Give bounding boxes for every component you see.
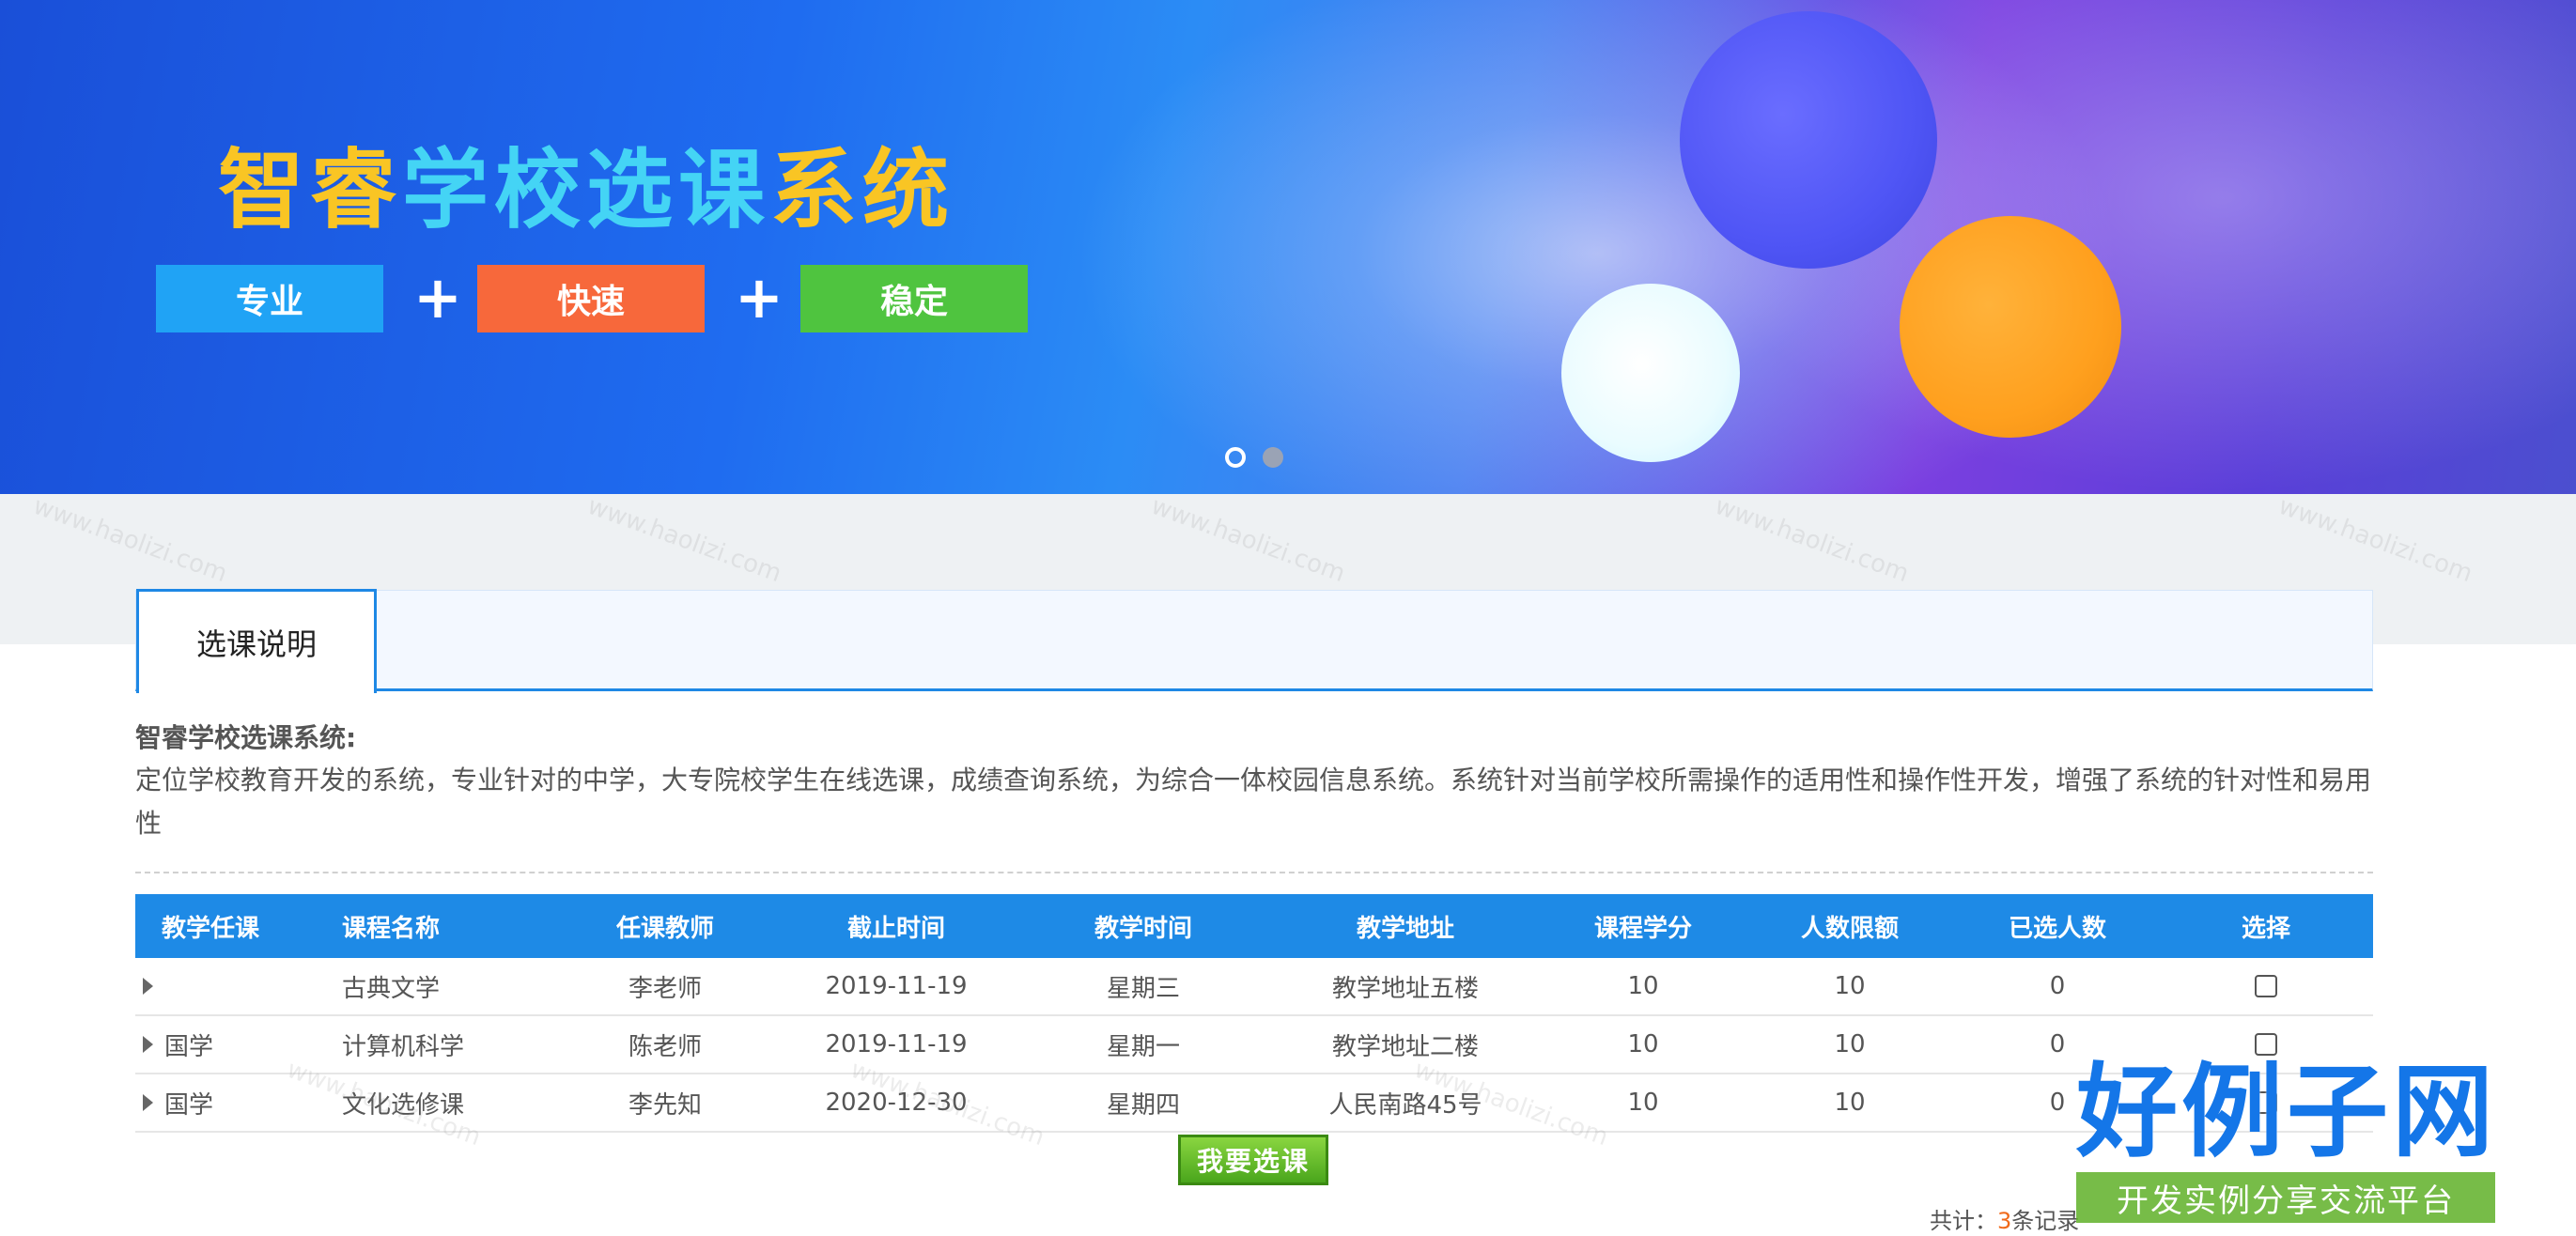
expand-caret-icon[interactable] bbox=[143, 1094, 153, 1111]
table-row: 国学 计算机科学 陈老师 2019-11-19 星期一 教学地址二楼 10 10… bbox=[135, 1016, 2373, 1074]
carousel-dot-1[interactable] bbox=[1225, 447, 1246, 468]
description-title: 智睿学校选课系统: bbox=[135, 722, 357, 753]
plus-icon: + bbox=[735, 263, 784, 332]
description-body: 定位学校教育开发的系统，专业针对的中学，大专院校学生在线选课，成绩查询系统，为综… bbox=[135, 765, 2372, 839]
expand-caret-icon[interactable] bbox=[143, 978, 153, 995]
header-deadline: 截止时间 bbox=[846, 914, 945, 943]
course-table: 教学任课 课程名称 任课教师 截止时间 教学时间 教学地址 课程学分 人数限额 … bbox=[135, 894, 2373, 1133]
row-teacher: 李先知 bbox=[628, 1090, 702, 1120]
row-category-cell[interactable] bbox=[135, 978, 338, 995]
header-choose: 选择 bbox=[2241, 914, 2290, 943]
banner-title-part2: 学校选课 bbox=[402, 140, 771, 240]
banner-white-circle bbox=[1561, 284, 1740, 462]
header-limit: 人数限额 bbox=[1800, 914, 1899, 943]
row-limit: 10 bbox=[1834, 1030, 1866, 1058]
row-time: 星期一 bbox=[1106, 1032, 1180, 1061]
header-teacher: 任课教师 bbox=[615, 914, 714, 943]
hero-banner: 智睿学校选课系统 专业 + 快速 + 稳定 bbox=[0, 0, 2576, 494]
row-deadline: 2019-11-19 bbox=[825, 1030, 968, 1058]
table-row: 古典文学 李老师 2019-11-19 星期三 教学地址五楼 10 10 0 bbox=[135, 958, 2373, 1016]
course-checkbox[interactable] bbox=[2255, 975, 2277, 997]
row-address: 教学地址五楼 bbox=[1331, 974, 1479, 1003]
banner-tag-professional: 专业 bbox=[156, 265, 383, 332]
banner-title-part1: 智睿 bbox=[218, 140, 403, 240]
row-address: 教学地址二楼 bbox=[1331, 1032, 1479, 1061]
row-course: 古典文学 bbox=[342, 974, 441, 1003]
record-total: 共计：3条记录 bbox=[1930, 1202, 2079, 1235]
table-row: 国学 文化选修课 李先知 2020-12-30 星期四 人民南路45号 10 1… bbox=[135, 1074, 2373, 1133]
carousel-indicators bbox=[1225, 447, 1283, 468]
header-category: 教学任课 bbox=[162, 914, 260, 943]
row-deadline: 2020-12-30 bbox=[825, 1089, 968, 1117]
banner-title: 智睿学校选课系统 bbox=[218, 120, 954, 245]
row-time: 星期四 bbox=[1106, 1090, 1180, 1120]
divider bbox=[135, 872, 2373, 873]
course-checkbox[interactable] bbox=[2255, 1033, 2277, 1056]
expand-caret-icon[interactable] bbox=[143, 1036, 153, 1053]
row-category: 国学 bbox=[164, 1090, 214, 1120]
tab-course-instructions[interactable]: 选课说明 bbox=[136, 589, 377, 693]
header-address: 教学地址 bbox=[1356, 914, 1454, 943]
header-selected: 已选人数 bbox=[2008, 914, 2106, 943]
banner-tag-stable: 稳定 bbox=[800, 265, 1028, 332]
plus-icon: + bbox=[413, 263, 462, 332]
row-deadline: 2019-11-19 bbox=[825, 972, 968, 1000]
row-selected: 0 bbox=[2049, 972, 2066, 1000]
total-prefix: 共计： bbox=[1930, 1208, 1997, 1234]
row-category-cell[interactable]: 国学 bbox=[135, 1086, 338, 1120]
header-credits: 课程学分 bbox=[1593, 914, 1692, 943]
row-category-cell[interactable]: 国学 bbox=[135, 1027, 338, 1062]
row-choose-cell bbox=[2159, 975, 2373, 997]
row-teacher: 陈老师 bbox=[628, 1032, 702, 1061]
tab-bar: 选课说明 bbox=[135, 589, 2373, 693]
total-count: 3 bbox=[1997, 1208, 2012, 1234]
select-course-button[interactable]: 我要选课 bbox=[1178, 1135, 1328, 1185]
banner-tag-fast: 快速 bbox=[477, 265, 705, 332]
row-category: 国学 bbox=[164, 1032, 214, 1061]
row-credits: 10 bbox=[1627, 1089, 1659, 1117]
watermark-logo: 好例子网 开发实例分享交流平台 bbox=[2076, 1058, 2495, 1223]
banner-title-part3: 系统 bbox=[770, 140, 955, 240]
row-limit: 10 bbox=[1834, 972, 1866, 1000]
row-credits: 10 bbox=[1627, 1030, 1659, 1058]
watermark-logo-sub: 开发实例分享交流平台 bbox=[2076, 1172, 2495, 1223]
row-limit: 10 bbox=[1834, 1089, 1866, 1117]
banner-orange-circle bbox=[1900, 216, 2121, 438]
row-time: 星期三 bbox=[1106, 974, 1180, 1003]
row-course: 计算机科学 bbox=[342, 1032, 465, 1061]
header-time: 教学时间 bbox=[1094, 914, 1192, 943]
row-course: 文化选修课 bbox=[342, 1090, 465, 1120]
banner-blue-circle bbox=[1680, 11, 1937, 269]
row-address: 人民南路45号 bbox=[1328, 1090, 1482, 1120]
row-choose-cell bbox=[2159, 1033, 2373, 1056]
row-credits: 10 bbox=[1627, 972, 1659, 1000]
watermark-logo-main: 好例子网 bbox=[2076, 1054, 2498, 1171]
row-teacher: 李老师 bbox=[628, 974, 702, 1003]
total-suffix: 条记录 bbox=[2011, 1208, 2080, 1234]
header-course: 课程名称 bbox=[342, 914, 441, 943]
carousel-dot-2[interactable] bbox=[1263, 447, 1283, 468]
table-header: 教学任课 课程名称 任课教师 截止时间 教学时间 教学地址 课程学分 人数限额 … bbox=[135, 894, 2373, 958]
